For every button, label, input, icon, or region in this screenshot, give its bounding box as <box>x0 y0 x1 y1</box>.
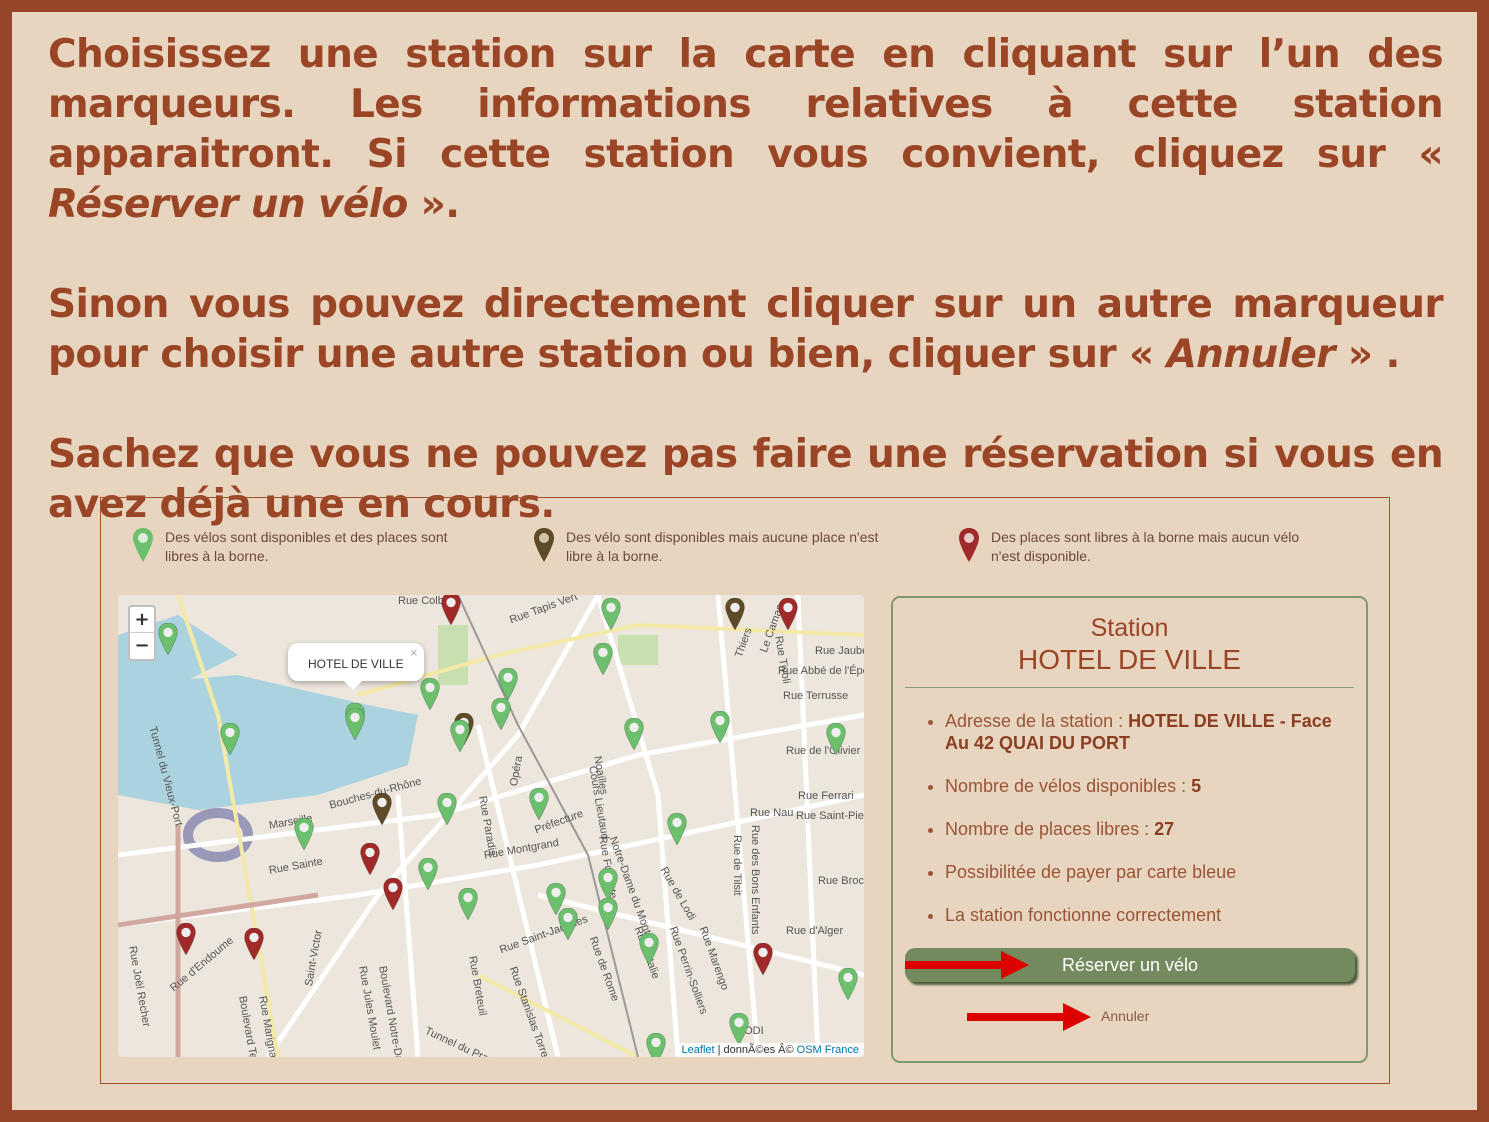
value: 27 <box>1154 819 1175 839</box>
station-marker-icon[interactable] <box>753 943 773 975</box>
street-label: Rue de Tilsit <box>731 835 743 896</box>
brown-marker-icon <box>534 528 554 562</box>
instruction-paragraph-1: Choisissez une station sur la carte en c… <box>48 30 1444 230</box>
instructions: Choisissez une station sur la carte en c… <box>48 30 1444 530</box>
station-marker-icon[interactable] <box>710 711 730 743</box>
zoom-out-button[interactable]: − <box>130 633 154 659</box>
station-marker-icon[interactable] <box>729 1013 749 1045</box>
station-heading: Station HOTEL DE VILLE <box>893 612 1366 677</box>
red-arrow-icon <box>905 951 1029 979</box>
station-marker-icon[interactable] <box>778 598 798 630</box>
station-marker-icon[interactable] <box>601 598 621 630</box>
popup-close-button[interactable]: × <box>410 645 418 660</box>
station-marker-icon[interactable] <box>360 843 380 875</box>
street-label: Rue Saint-Pierre <box>796 810 864 822</box>
station-heading-label: Station <box>1090 614 1169 642</box>
popup-title: HOTEL DE VILLE <box>308 657 404 671</box>
station-marker-icon[interactable] <box>418 858 438 890</box>
street-label: Rue Nau <box>750 807 794 819</box>
street-label: Rue Brochier <box>818 875 864 887</box>
legend-text: Des places sont libres à la borne mais a… <box>991 529 1300 564</box>
station-marker-icon[interactable] <box>441 595 461 625</box>
label: Nombre de places libres : <box>945 819 1155 839</box>
station-marker-icon[interactable] <box>383 878 403 910</box>
station-marker-icon[interactable] <box>639 933 659 965</box>
station-marker-icon[interactable] <box>667 813 687 845</box>
legend-text: Des vélos sont disponibles et des places… <box>165 529 448 564</box>
station-marker-icon[interactable] <box>491 698 511 730</box>
reserve-emphasis: Réserver un vélo <box>48 182 408 227</box>
station-marker-icon[interactable] <box>826 723 846 755</box>
value: 5 <box>1191 776 1202 796</box>
station-info-panel: StationHOTEL DE VILLE Adresse de la stat… <box>891 596 1368 1063</box>
label: Adresse de la station : <box>945 711 1129 731</box>
station-marker-icon[interactable] <box>420 678 440 710</box>
cancel-link[interactable]: Annuler <box>1101 1008 1149 1024</box>
red-marker-icon <box>959 528 979 562</box>
legend-no-place: Des vélo sont disponibles mais aucune pl… <box>534 528 884 566</box>
station-marker-icon[interactable] <box>244 928 264 960</box>
street-label: Rue de l'Olivier <box>786 745 861 757</box>
text: » . <box>1334 332 1400 377</box>
station-marker-icon[interactable] <box>558 908 578 940</box>
station-marker-icon[interactable] <box>345 708 365 740</box>
station-marker-icon[interactable] <box>838 968 858 1000</box>
card-payment: Possibilitée de payer par carte bleue <box>945 861 1346 883</box>
green-marker-icon <box>133 528 153 562</box>
station-marker-icon[interactable] <box>725 598 745 630</box>
street-label: Rue d'Alger <box>786 925 844 937</box>
station-popup: × HOTEL DE VILLE <box>288 643 424 690</box>
label: Nombre de vélos disponibles : <box>945 776 1192 796</box>
station-status: La station fonctionne correctement <box>945 904 1346 926</box>
attribution-text: | donnÃ©es Â© <box>714 1044 797 1056</box>
zoom-in-button[interactable]: + <box>130 607 154 633</box>
station-marker-icon[interactable] <box>372 793 392 825</box>
text: ». <box>407 182 460 227</box>
map-attribution: Leaflet | donnÃ©es Â© OSM France <box>676 1043 864 1057</box>
street-label: Rue des Bons Enfants <box>749 825 761 935</box>
station-marker-icon[interactable] <box>498 668 518 700</box>
station-details: Adresse de la station : HOTEL DE VILLE -… <box>945 710 1346 926</box>
station-marker-icon[interactable] <box>176 923 196 955</box>
station-marker-icon[interactable] <box>598 898 618 930</box>
legend-no-bike: Des places sont libres à la borne mais a… <box>959 528 1319 566</box>
osm-link[interactable]: OSM France <box>797 1044 859 1056</box>
station-address: Adresse de la station : HOTEL DE VILLE -… <box>945 710 1346 754</box>
leaflet-link[interactable]: Leaflet <box>682 1044 715 1056</box>
free-places: Nombre de places libres : 27 <box>945 818 1346 840</box>
street-label: Rue Ferrari <box>798 790 854 802</box>
station-marker-icon[interactable] <box>624 718 644 750</box>
station-marker-icon[interactable] <box>450 720 470 752</box>
station-marker-icon[interactable] <box>646 1033 666 1057</box>
station-marker-icon[interactable] <box>158 623 178 655</box>
station-name: HOTEL DE VILLE <box>1017 644 1242 675</box>
cancel-emphasis: Annuler <box>1166 332 1336 377</box>
station-marker-icon[interactable] <box>220 723 240 755</box>
station-marker-icon[interactable] <box>529 788 549 820</box>
instruction-paragraph-2: Sinon vous pouvez directement cliquer su… <box>48 280 1444 380</box>
station-map[interactable]: + − × HOTEL DE VILLE Leaflet | donnÃ©es … <box>118 595 864 1057</box>
red-arrow-icon <box>967 1003 1091 1031</box>
station-marker-icon[interactable] <box>294 818 314 850</box>
text: Choisissez une station sur la carte en c… <box>48 32 1444 177</box>
available-bikes: Nombre de vélos disponibles : 5 <box>945 775 1346 797</box>
divider <box>905 687 1354 688</box>
zoom-control: + − <box>128 605 156 661</box>
street-label: Rue Jaubert <box>815 645 864 657</box>
legend-text: Des vélo sont disponibles mais aucune pl… <box>566 529 879 564</box>
street-label: Rue Terrusse <box>783 690 849 702</box>
legend-available: Des vélos sont disponibles et des places… <box>133 528 463 566</box>
station-marker-icon[interactable] <box>458 888 478 920</box>
screenshot-panel: Des vélos sont disponibles et des places… <box>100 497 1390 1084</box>
station-marker-icon[interactable] <box>598 868 618 900</box>
station-marker-icon[interactable] <box>593 643 613 675</box>
station-marker-icon[interactable] <box>437 793 457 825</box>
